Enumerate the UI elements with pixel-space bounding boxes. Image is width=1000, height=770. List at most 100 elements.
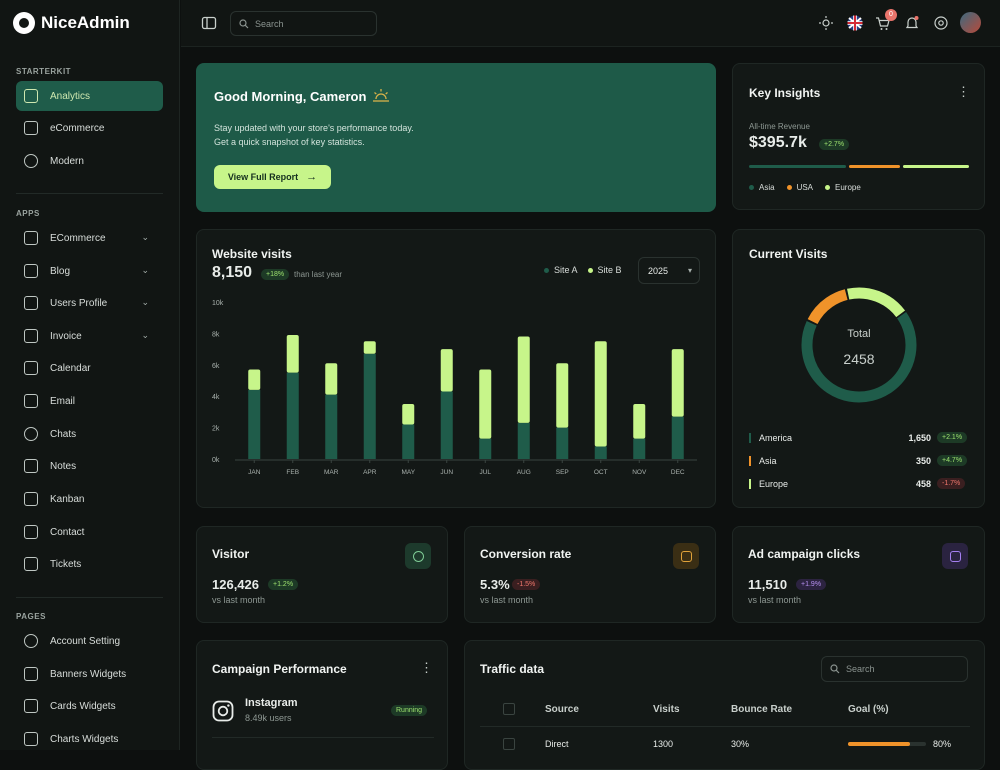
- column-header-goal[interactable]: Goal (%): [848, 704, 889, 715]
- y-tick-label: 4k: [212, 394, 220, 401]
- chart-icon: [24, 732, 38, 746]
- sidebar-item-tickets[interactable]: Tickets: [16, 549, 163, 579]
- x-tick-label: MAY: [401, 469, 415, 476]
- visit-change-badge: +2.1%: [937, 432, 968, 443]
- sidebar-item-modern[interactable]: Modern: [16, 146, 163, 176]
- sidebar-item-banners-widgets[interactable]: Banners Widgets: [16, 659, 163, 689]
- revenue-change-badge: +2.7%: [819, 139, 850, 150]
- gear-icon[interactable]: [933, 15, 949, 31]
- chevron-down-icon: ⌄: [141, 330, 149, 340]
- sidebar-item-notes[interactable]: Notes: [16, 451, 163, 481]
- bar-site-a: [479, 438, 492, 459]
- visits-change-badge: +18%: [261, 269, 290, 280]
- sidebar-item-account-setting[interactable]: Account Setting: [16, 626, 163, 656]
- sidebar-item-calendar[interactable]: Calendar: [16, 353, 163, 383]
- row-color-marker: [749, 433, 751, 443]
- x-tick-label: DEC: [671, 469, 685, 476]
- sidebar-item-chats[interactable]: Chats: [16, 419, 163, 449]
- bar-site-b: [248, 369, 261, 390]
- stat-card: Visitor 126,426 +1.2% vs last month: [196, 526, 448, 623]
- revenue-split-bar: [749, 165, 969, 168]
- column-header-visits[interactable]: Visits: [653, 704, 680, 715]
- bar-site-a: [286, 372, 299, 459]
- avatar[interactable]: [960, 12, 981, 33]
- sidebar-item-label: Account Setting: [50, 635, 121, 647]
- user-circle-icon: [24, 634, 38, 648]
- cell-source: Direct: [545, 739, 569, 749]
- card-title: Website visits: [212, 247, 292, 261]
- row-checkbox[interactable]: [503, 738, 515, 750]
- column-header-source[interactable]: Source: [545, 704, 579, 715]
- sidebar-item-label: Analytics: [50, 90, 91, 102]
- stat-title: Visitor: [212, 547, 250, 561]
- sun-icon[interactable]: [818, 15, 834, 31]
- stat-change-badge: +1.9%: [796, 579, 827, 590]
- stat-card: Ad campaign clicks 11,510 +1.9% vs last …: [732, 526, 985, 623]
- legend-item: Asia: [749, 183, 775, 192]
- visit-value: 458: [915, 479, 931, 489]
- segment-usa: [849, 165, 900, 168]
- sidebar-item-blog[interactable]: Blog ⌄: [16, 256, 163, 286]
- stat-title: Conversion rate: [480, 547, 572, 561]
- sidebar-item-email[interactable]: Email: [16, 386, 163, 416]
- campaign-status-badge: Running: [391, 705, 428, 716]
- visit-region: Asia: [759, 456, 777, 466]
- bar-site-b: [556, 363, 569, 428]
- divider: [480, 726, 970, 727]
- sidebar-item-label: Charts Widgets: [50, 733, 119, 745]
- select-all-checkbox[interactable]: [503, 703, 515, 715]
- bar-site-a: [556, 427, 569, 459]
- sidebar-item-label: Kanban: [50, 493, 85, 505]
- button-label: View Full Report: [227, 172, 299, 182]
- row-color-marker: [749, 456, 751, 466]
- x-tick-label: OCT: [594, 469, 608, 476]
- chevron-down-icon: ⌄: [141, 232, 149, 242]
- sidebar-item-label: eCommerce: [50, 122, 105, 134]
- y-tick-label: 2k: [212, 426, 220, 433]
- bar-site-a: [325, 394, 338, 459]
- sidebar-item-users-profile[interactable]: Users Profile ⌄: [16, 288, 163, 318]
- sidebar-item-label: Notes: [50, 460, 77, 472]
- sidebar-item-analytics[interactable]: Analytics: [16, 81, 163, 111]
- sidebar-toggle-icon[interactable]: [201, 15, 217, 31]
- donut-segment: [801, 287, 917, 403]
- stat-change-badge: -1.5%: [512, 579, 541, 590]
- invoice-icon: [24, 329, 38, 343]
- x-tick-label: JUL: [479, 469, 491, 476]
- cell-goal: 80%: [933, 739, 952, 749]
- year-select[interactable]: 2025 ▾: [638, 257, 700, 284]
- bar-site-a: [517, 422, 530, 459]
- x-tick-label: FEB: [286, 469, 299, 476]
- more-vertical-icon[interactable]: ⋮: [957, 84, 970, 100]
- sidebar-item-cards-widgets[interactable]: Cards Widgets: [16, 691, 163, 721]
- x-tick-label: NOV: [632, 469, 647, 476]
- bar-site-b: [671, 349, 684, 417]
- bar-site-a: [633, 438, 646, 459]
- sidebar-item-invoice[interactable]: Invoice ⌄: [16, 321, 163, 351]
- traffic-search-input[interactable]: Search: [821, 656, 968, 682]
- bell-icon[interactable]: [904, 15, 920, 31]
- current-visits-donut: [801, 287, 917, 403]
- sidebar-divider: [16, 597, 163, 598]
- sidebar-item-label: Blog: [50, 265, 71, 277]
- sidebar-item-ecommerce-app[interactable]: ECommerce ⌄: [16, 223, 163, 253]
- stat-title: Ad campaign clicks: [748, 547, 861, 561]
- flag-uk-icon[interactable]: [847, 15, 863, 31]
- section-title-starterkit: STARTERKIT: [16, 67, 72, 76]
- view-full-report-button[interactable]: View Full Report →: [214, 165, 331, 189]
- search-input[interactable]: Search: [230, 11, 377, 36]
- sidebar-item-ecommerce[interactable]: eCommerce: [16, 113, 163, 143]
- column-header-bounce-rate[interactable]: Bounce Rate: [731, 704, 792, 715]
- sidebar-item-contact[interactable]: Contact: [16, 517, 163, 547]
- sidebar-item-charts-widgets[interactable]: Charts Widgets: [16, 724, 163, 750]
- donut-total-value: 2458: [843, 351, 875, 367]
- more-vertical-icon[interactable]: ⋮: [420, 660, 433, 676]
- campaign-name: Instagram: [245, 697, 298, 709]
- chat-icon: [24, 427, 38, 441]
- phone-icon: [24, 525, 38, 539]
- stat-caption: vs last month: [480, 595, 534, 605]
- logo[interactable]: NiceAdmin: [13, 12, 130, 34]
- topbar: Search 0: [181, 0, 1000, 47]
- segment-asia: [749, 165, 846, 168]
- sidebar-item-kanban[interactable]: Kanban: [16, 484, 163, 514]
